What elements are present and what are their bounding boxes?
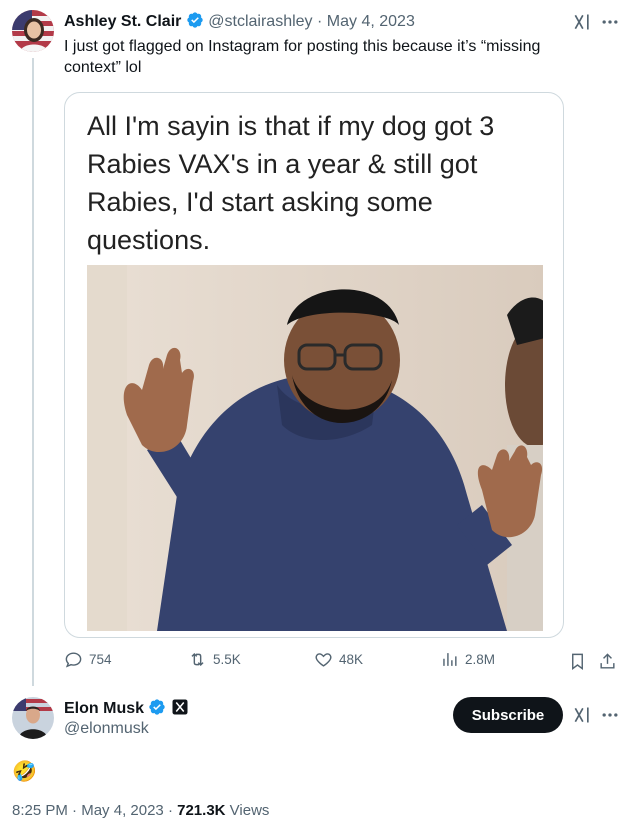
meme-photo (87, 265, 543, 631)
views-icon (443, 653, 457, 666)
reply-display-name[interactable]: Elon Musk (64, 700, 144, 717)
display-name[interactable]: Ashley St. Clair (64, 13, 181, 30)
grok-icon[interactable] (572, 12, 592, 32)
reply-count: 754 (89, 652, 112, 667)
avatar-ashley[interactable] (12, 10, 54, 52)
bookmark-icon[interactable] (568, 652, 587, 671)
reply-button[interactable]: 754 (64, 650, 112, 669)
avatar-elon[interactable] (12, 697, 54, 739)
tweet-media[interactable]: All I'm sayin is that if my dog got 3 Ra… (64, 92, 564, 638)
more-icon[interactable] (600, 12, 620, 32)
views-button[interactable]: 2.8M (440, 650, 495, 669)
handle[interactable]: @stclairashley (208, 13, 312, 30)
verified-badge-icon (187, 12, 203, 28)
x-affiliate-badge-icon[interactable] (171, 698, 189, 716)
reply-views-label: Views (229, 802, 270, 819)
grok-icon[interactable] (572, 705, 592, 725)
tweet-header: Ashley St. Clair @stclairashley · May 4,… (64, 11, 415, 31)
tweet-actions: 754 5.5K 48K 2.8M (64, 650, 624, 674)
reply-header: Elon Musk (64, 698, 189, 718)
reply-handle[interactable]: @elonmusk (64, 720, 149, 738)
repost-count: 5.5K (213, 652, 241, 667)
like-icon (315, 653, 332, 667)
like-button[interactable]: 48K (314, 650, 363, 669)
meme-caption: All I'm sayin is that if my dog got 3 Ra… (87, 111, 495, 255)
reply-view-count: 721.3K (177, 802, 226, 819)
subscribe-button[interactable]: Subscribe (453, 697, 563, 733)
reply-icon (65, 652, 82, 668)
repost-icon (191, 652, 204, 667)
reply-meta: 8:25 PM · May 4, 2023 · 721.3K Views (12, 802, 270, 819)
verified-badge-icon (149, 699, 166, 715)
like-count: 48K (339, 652, 364, 667)
reply-text: 🤣 (12, 759, 37, 783)
repost-button[interactable]: 5.5K (188, 650, 241, 669)
share-icon[interactable] (598, 652, 617, 671)
more-icon[interactable] (600, 705, 620, 725)
reply-date[interactable]: May 4, 2023 (81, 802, 164, 819)
tweet-text: I just got flagged on Instagram for post… (64, 38, 541, 76)
view-count: 2.8M (465, 652, 496, 667)
thread-connector-line (32, 58, 34, 686)
reply-time[interactable]: 8:25 PM (12, 802, 68, 819)
tweet-date[interactable]: · May 4, 2023 (317, 13, 415, 30)
